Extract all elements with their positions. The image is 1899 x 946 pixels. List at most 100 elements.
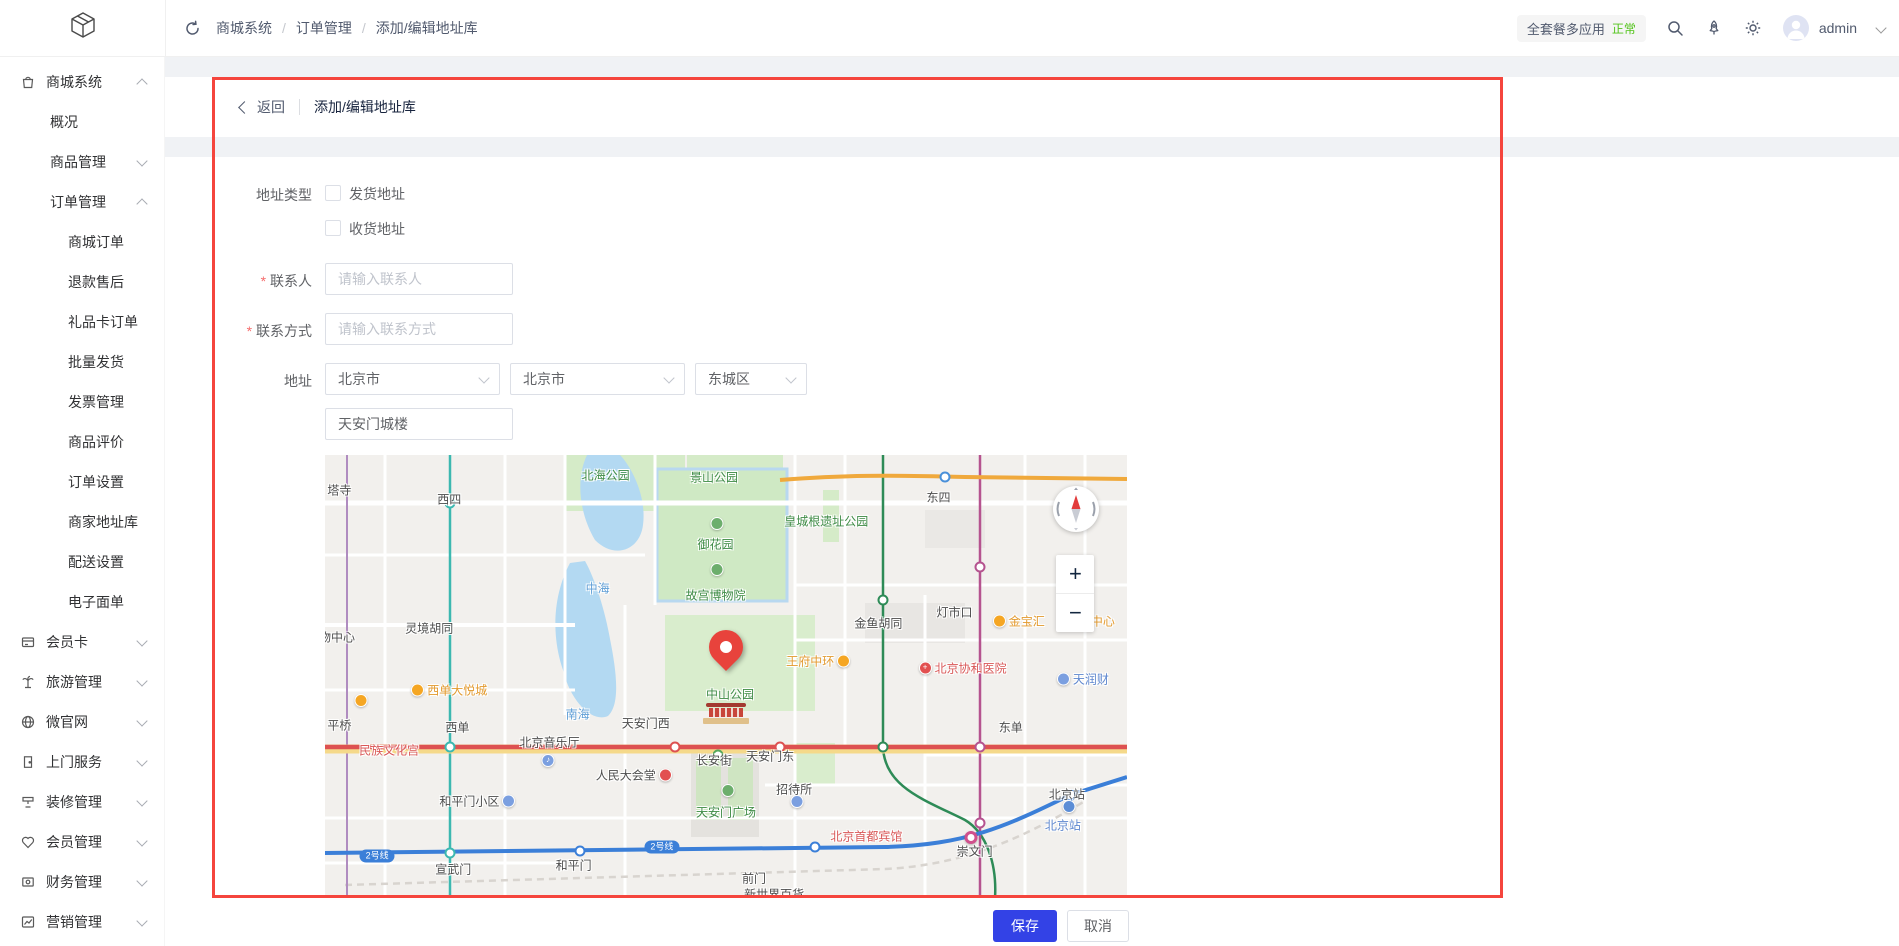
- receive-address-checkbox[interactable]: [325, 220, 341, 236]
- sidebar-item-label: 商城订单: [68, 232, 124, 252]
- map-label: 西单: [445, 719, 469, 736]
- poi-hosp-icon: +: [919, 661, 932, 674]
- map-poi: ♪: [541, 749, 554, 767]
- zoom-out-button[interactable]: −: [1056, 593, 1094, 632]
- map-label: 人民大会堂: [596, 767, 672, 784]
- sidebar-item-会员卡[interactable]: 会员卡: [0, 622, 164, 662]
- sidebar-item-旅游管理[interactable]: 旅游管理: [0, 662, 164, 702]
- map-canvas[interactable]: 塔寺西四北海公园景山公园东四皇城根遗址公园御花园故宫博物院中海灵境胡同物中心金鱼…: [325, 455, 1127, 898]
- sidebar-item-订单管理[interactable]: 订单管理: [0, 182, 164, 222]
- map-poi: [711, 517, 724, 535]
- cube-logo-icon: [66, 9, 100, 48]
- metro-line-badge: 2号线: [360, 849, 395, 862]
- sidebar-item-电子面单[interactable]: 电子面单: [0, 582, 164, 622]
- sidebar-item-label: 批量发货: [68, 352, 124, 372]
- map-label: 中心: [1091, 613, 1115, 630]
- poi-shop-icon: [837, 654, 850, 667]
- sidebar-item-label: 营销管理: [46, 912, 102, 932]
- avatar[interactable]: [1783, 15, 1809, 41]
- market-icon: [20, 914, 36, 930]
- province-select[interactable]: 北京市: [325, 363, 500, 395]
- door-icon: [20, 754, 36, 770]
- zoom-in-button[interactable]: +: [1056, 555, 1094, 593]
- sidebar-item-营销管理[interactable]: 营销管理: [0, 902, 164, 942]
- sidebar-item-商品管理[interactable]: 商品管理: [0, 142, 164, 182]
- sidebar-item-label: 发票管理: [68, 392, 124, 412]
- poi-shop-icon: [355, 694, 368, 707]
- refresh-icon[interactable]: [183, 19, 202, 38]
- ship-address-label: 发货地址: [349, 184, 405, 204]
- save-button[interactable]: 保存: [993, 910, 1057, 942]
- sidebar-item-装修管理[interactable]: 装修管理: [0, 782, 164, 822]
- map-label: 新世界百货: [744, 886, 804, 898]
- address-label: 地址: [172, 371, 312, 391]
- sidebar-item-上门服务[interactable]: 上门服务: [0, 742, 164, 782]
- sidebar-item-微官网[interactable]: 微官网: [0, 702, 164, 742]
- sidebar-item-概况[interactable]: 概况: [0, 102, 164, 142]
- poi-shop-icon: [993, 615, 1006, 628]
- map-label: 北京首都宾馆: [830, 827, 902, 844]
- map-label: 平桥: [327, 717, 351, 734]
- poi-music-icon: ♪: [541, 754, 554, 767]
- decor-icon: [20, 794, 36, 810]
- sidebar-item-label: 订单设置: [68, 472, 124, 492]
- back-label: 返回: [257, 97, 285, 117]
- sidebar-item-商城系统[interactable]: 商城系统: [0, 62, 164, 102]
- contact-input[interactable]: [325, 263, 513, 295]
- district-value: 东城区: [708, 369, 750, 389]
- district-select[interactable]: 东城区: [695, 363, 807, 395]
- username[interactable]: admin: [1819, 20, 1857, 36]
- app-badge[interactable]: 全套餐多应用 正常: [1517, 15, 1646, 42]
- compass-control[interactable]: [1053, 486, 1099, 532]
- sidebar: 商城系统概况商品管理订单管理商城订单退款售后礼品卡订单批量发货发票管理商品评价订…: [0, 56, 165, 946]
- sidebar-item-商品评价[interactable]: 商品评价: [0, 422, 164, 462]
- sidebar-item-label: 退款售后: [68, 272, 124, 292]
- map-label: 皇城根遗址公园: [784, 513, 868, 530]
- sidebar-item-商城订单[interactable]: 商城订单: [0, 222, 164, 262]
- breadcrumb-item[interactable]: 订单管理: [296, 18, 352, 38]
- sidebar-item-订单设置[interactable]: 订单设置: [0, 462, 164, 502]
- map-label: 长安街: [696, 751, 732, 768]
- sidebar-item-批量发货[interactable]: 批量发货: [0, 342, 164, 382]
- rocket-icon[interactable]: [1705, 19, 1724, 38]
- map-label: 和平门小区: [439, 792, 515, 809]
- travel-icon: [20, 674, 36, 690]
- map-label: 天安门广场: [696, 803, 756, 820]
- logo[interactable]: [0, 0, 166, 56]
- breadcrumb-item[interactable]: 商城系统: [216, 18, 272, 38]
- detail-address-input[interactable]: [325, 408, 513, 440]
- ship-address-checkbox[interactable]: [325, 185, 341, 201]
- map-label: 物中心: [325, 628, 355, 645]
- poi-shop-icon: [411, 683, 424, 696]
- sidebar-item-label: 电子面单: [68, 592, 124, 612]
- form-area: 地址类型 发货地址 收货地址 联系人 联系方式 地址 北京市 北京市 东城区: [165, 157, 1899, 946]
- sidebar-item-label: 商品评价: [68, 432, 124, 452]
- receive-address-label: 收货地址: [349, 219, 405, 239]
- sidebar-item-财务管理[interactable]: 财务管理: [0, 862, 164, 902]
- gear-icon[interactable]: [1744, 19, 1763, 38]
- sidebar-item-商家地址库[interactable]: 商家地址库: [0, 502, 164, 542]
- poi-train-icon: [1063, 800, 1076, 813]
- sidebar-item-label: 配送设置: [68, 552, 124, 572]
- cancel-button[interactable]: 取消: [1067, 910, 1129, 942]
- tiananmen-gate-icon: [703, 703, 749, 724]
- city-value: 北京市: [523, 369, 565, 389]
- sidebar-item-发票管理[interactable]: 发票管理: [0, 382, 164, 422]
- address-type-label: 地址类型: [172, 185, 312, 205]
- map-label: 北京音乐厅: [520, 734, 580, 751]
- phone-input[interactable]: [325, 313, 513, 345]
- breadcrumb-item[interactable]: 添加/编辑地址库: [376, 18, 478, 38]
- map-label: 王府中环: [786, 652, 850, 669]
- sidebar-item-退款售后[interactable]: 退款售后: [0, 262, 164, 302]
- city-select[interactable]: 北京市: [510, 363, 685, 395]
- chevron-down-icon: [136, 915, 147, 926]
- phone-label: 联系方式: [172, 321, 312, 341]
- sidebar-item-礼品卡订单[interactable]: 礼品卡订单: [0, 302, 164, 342]
- sidebar-item-会员管理[interactable]: 会员管理: [0, 822, 164, 862]
- back-button[interactable]: 返回: [240, 97, 285, 117]
- search-icon[interactable]: [1666, 19, 1685, 38]
- sidebar-item-配送设置[interactable]: 配送设置: [0, 542, 164, 582]
- member-icon: [20, 834, 36, 850]
- topbar: 商城系统/订单管理/添加/编辑地址库 全套餐多应用 正常: [0, 0, 1899, 57]
- chevron-down-icon[interactable]: [1875, 22, 1886, 33]
